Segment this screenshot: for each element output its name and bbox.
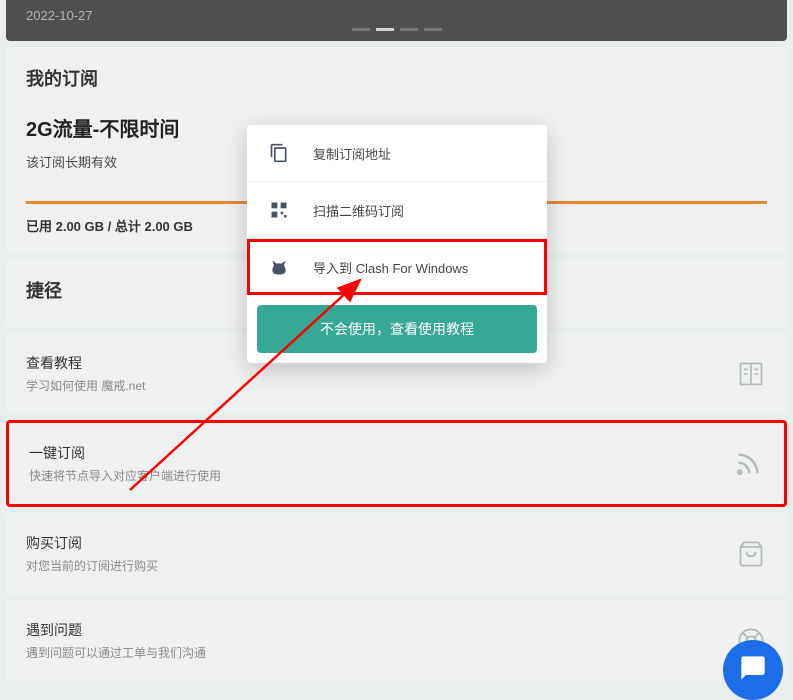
shortcut-item-one-click-subscribe[interactable]: 一键订阅 快速将节点导入对应客户端进行使用 (6, 420, 787, 507)
shortcut-sub: 对您当前的订阅进行购买 (26, 557, 735, 574)
shortcut-text: 一键订阅 快速将节点导入对应客户端进行使用 (29, 443, 732, 484)
carousel-dot[interactable] (424, 28, 442, 31)
carousel-dot[interactable] (400, 28, 418, 31)
chat-icon (739, 654, 767, 687)
qrcode-icon (269, 200, 289, 220)
chat-fab[interactable] (723, 640, 783, 700)
clash-cat-icon (269, 257, 289, 277)
modal-item-import-clash[interactable]: 导入到 Clash For Windows (247, 239, 547, 295)
banner-date: 2022-10-27 (26, 8, 93, 23)
book-icon (735, 358, 767, 390)
shortcut-title: 购买订阅 (26, 533, 735, 553)
shortcut-sub: 遇到问题可以通过工单与我们沟通 (26, 644, 735, 661)
shortcut-sub: 快速将节点导入对应客户端进行使用 (29, 467, 732, 484)
modal-item-label: 导入到 Clash For Windows (313, 258, 468, 277)
shortcut-sub: 学习如何使用 魔戒.net (26, 377, 735, 394)
shortcut-text: 购买订阅 对您当前的订阅进行购买 (26, 533, 735, 574)
shortcut-item-support[interactable]: 遇到问题 遇到问题可以通过工单与我们沟通 (6, 600, 787, 681)
modal-item-label: 复制订阅地址 (313, 144, 391, 163)
carousel-indicators (352, 28, 442, 31)
carousel-dot[interactable] (352, 28, 370, 31)
shortcut-title: 遇到问题 (26, 620, 735, 640)
copy-icon (269, 143, 289, 163)
modal-tutorial-button[interactable]: 不会使用，查看使用教程 (257, 305, 537, 353)
subscribe-modal: 复制订阅地址 扫描二维码订阅 导入到 Clash For Windows 不会使… (247, 125, 547, 363)
shortcut-title: 一键订阅 (29, 443, 732, 463)
shortcut-item-purchase[interactable]: 购买订阅 对您当前的订阅进行购买 (6, 513, 787, 594)
carousel-dot[interactable] (376, 28, 394, 31)
rss-icon (732, 448, 764, 480)
modal-item-copy-url[interactable]: 复制订阅地址 (247, 125, 547, 182)
modal-item-qrcode[interactable]: 扫描二维码订阅 (247, 182, 547, 239)
button-label: 不会使用，查看使用教程 (320, 321, 474, 337)
announcement-banner: 2022-10-27 (6, 0, 787, 41)
modal-item-label: 扫描二维码订阅 (313, 201, 404, 220)
section-title: 我的订阅 (26, 65, 767, 91)
shopping-bag-icon (735, 538, 767, 570)
shortcut-text: 遇到问题 遇到问题可以通过工单与我们沟通 (26, 620, 735, 661)
